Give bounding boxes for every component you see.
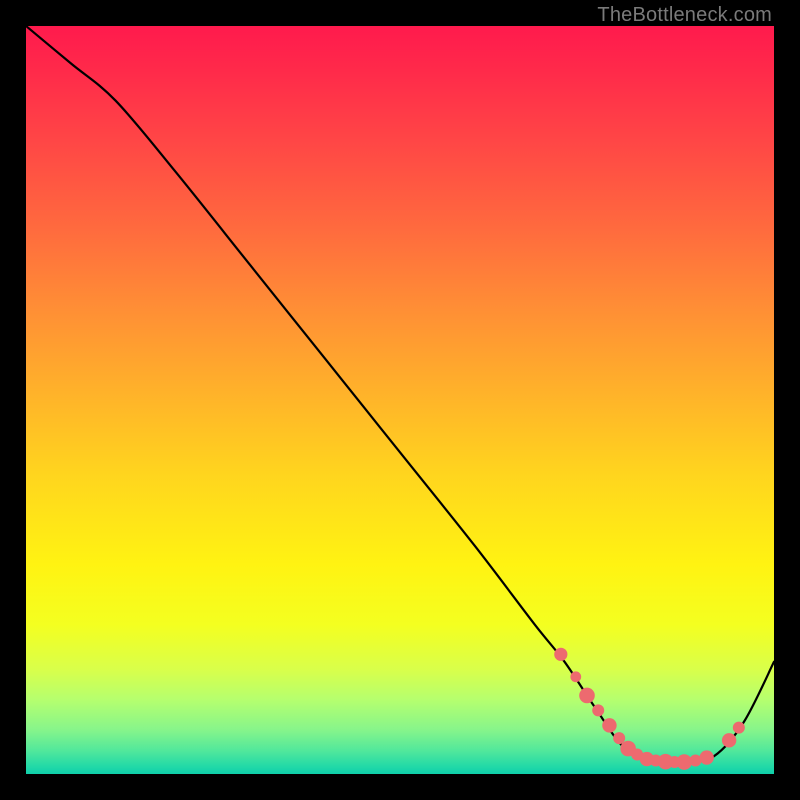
- chart-stage: TheBottleneck.com: [0, 0, 800, 800]
- curve-line: [26, 26, 774, 763]
- curve-marker: [631, 749, 643, 761]
- curve-marker: [669, 756, 681, 768]
- curve-marker: [699, 750, 713, 764]
- curve-marker: [676, 754, 692, 770]
- curve-marker: [689, 755, 701, 767]
- curve-marker: [640, 752, 654, 766]
- curve-marker: [592, 704, 604, 716]
- attribution-text: TheBottleneck.com: [597, 4, 772, 27]
- curve-markers: [554, 648, 745, 770]
- curve-marker: [733, 722, 745, 734]
- chart-svg: [26, 26, 774, 774]
- curve-marker: [722, 733, 736, 747]
- curve-marker: [620, 741, 636, 757]
- plot-area: [26, 26, 774, 774]
- curve-marker: [650, 755, 662, 767]
- curve-marker: [658, 754, 674, 770]
- curve-marker: [554, 648, 567, 661]
- curve-marker: [602, 718, 616, 732]
- curve-marker: [570, 671, 581, 682]
- curve-marker: [579, 688, 595, 704]
- curve-marker: [613, 732, 625, 744]
